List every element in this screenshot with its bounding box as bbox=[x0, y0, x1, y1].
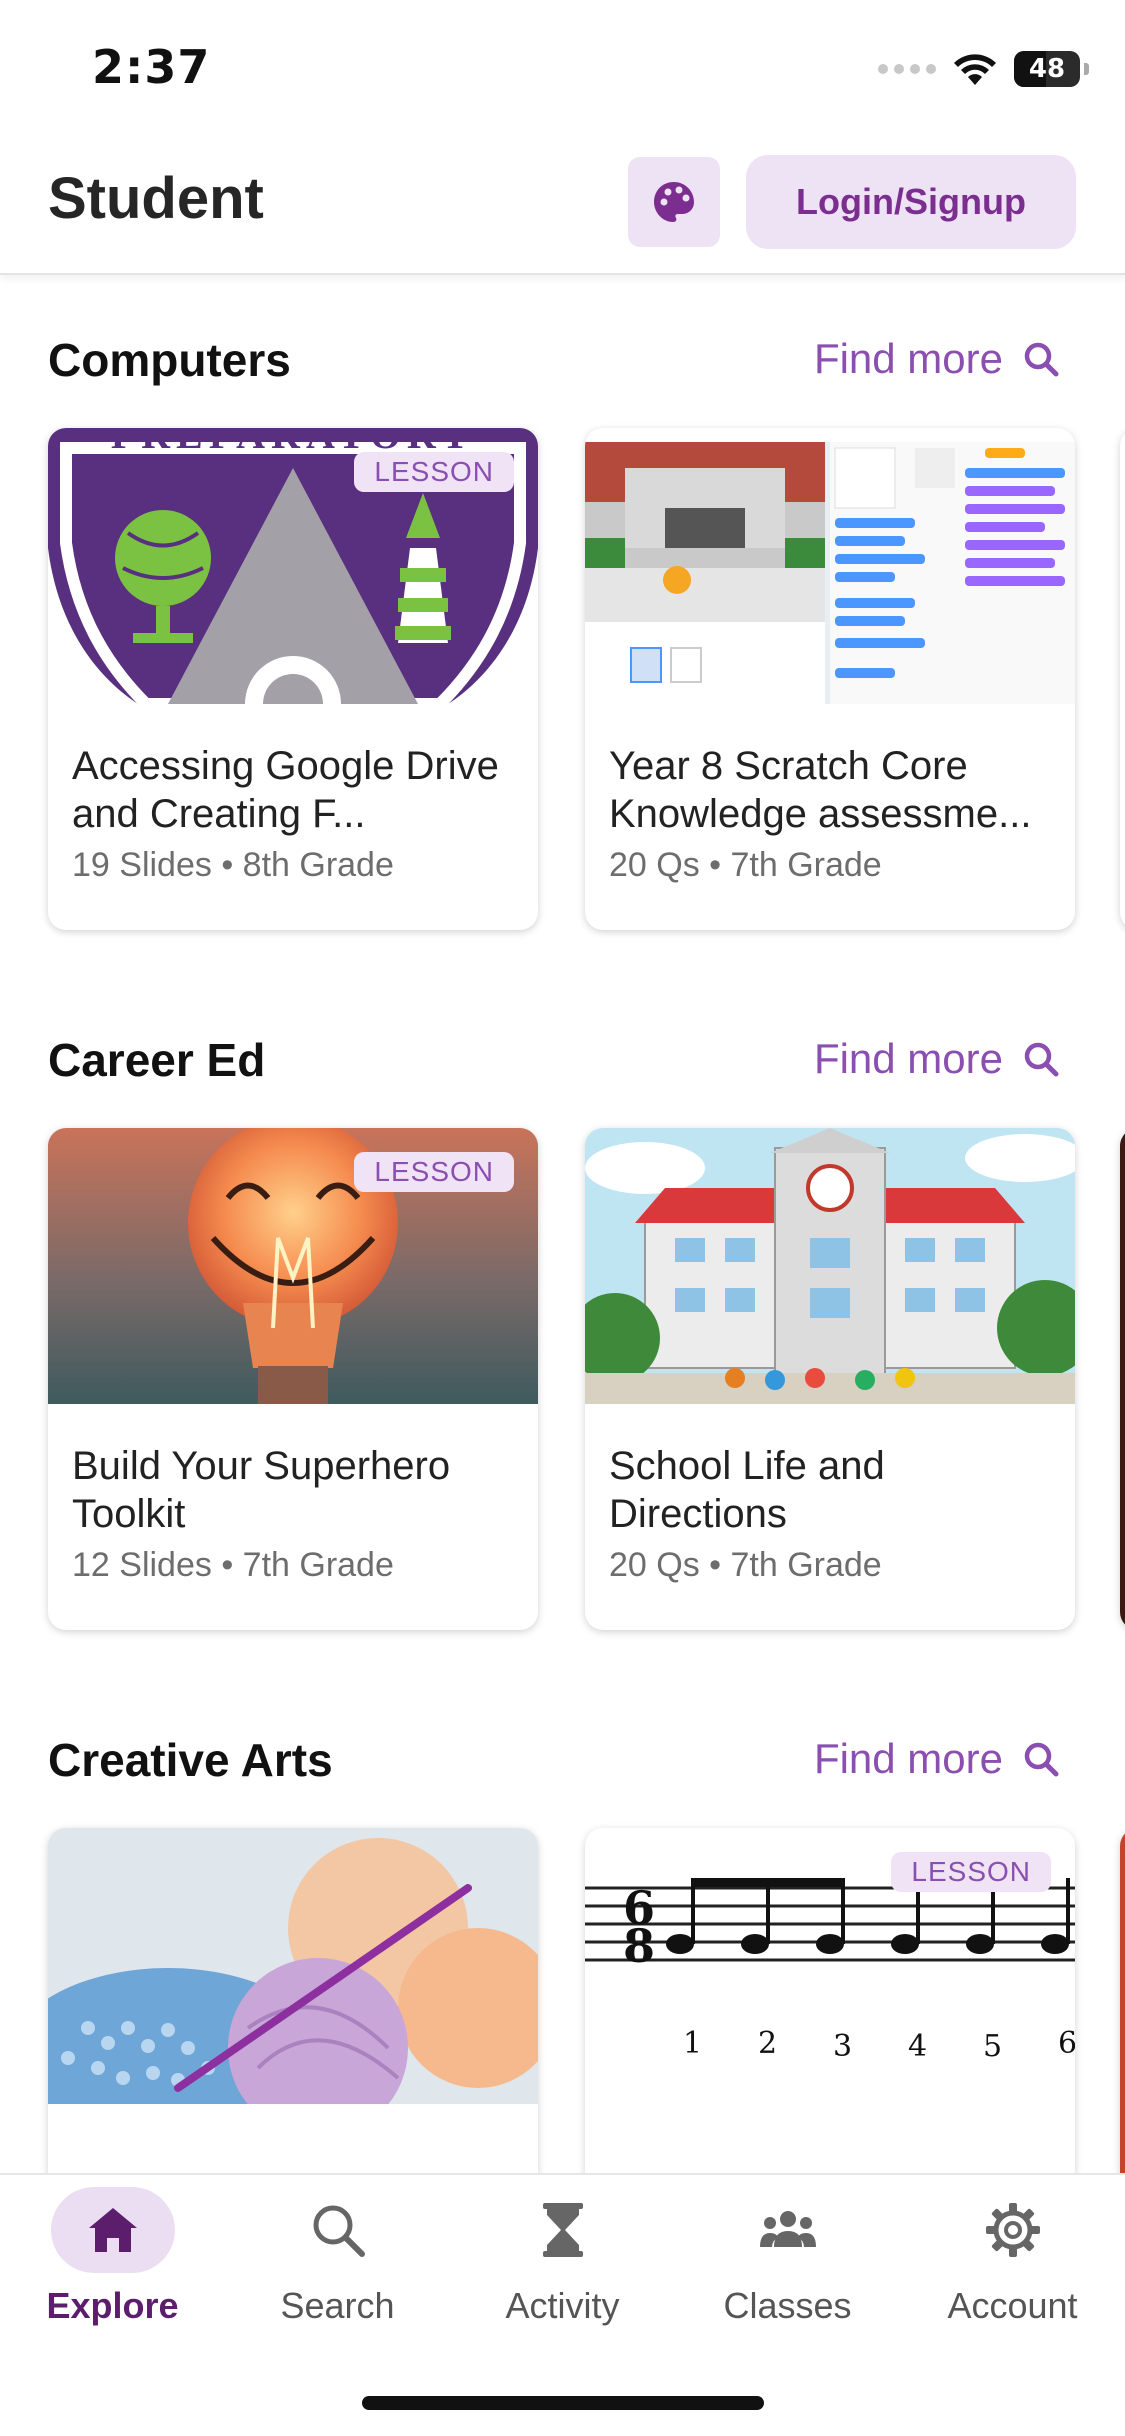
wifi-icon bbox=[954, 54, 996, 85]
find-more-label: Find more bbox=[813, 1735, 1003, 1782]
card-title: School Life and Directions bbox=[609, 1444, 885, 1536]
search-icon bbox=[1024, 1042, 1059, 1077]
nav-classes[interactable]: Classes bbox=[675, 2187, 900, 2347]
nav-label: Search bbox=[280, 2285, 395, 2326]
quiz-card[interactable]: School Life and Directions 20 Qs • 7th G… bbox=[585, 1128, 1075, 1630]
nav-label: Activity bbox=[505, 2285, 620, 2326]
beat-number: 5 bbox=[983, 2029, 1002, 2064]
nav-label: Explore bbox=[46, 2285, 179, 2326]
find-more-label: Find more bbox=[813, 1035, 1003, 1082]
next-card-peek[interactable] bbox=[1120, 428, 1125, 930]
find-more-label: Find more bbox=[813, 335, 1003, 382]
login-signup-button[interactable]: Login/Signup bbox=[746, 155, 1076, 249]
next-card-peek[interactable] bbox=[1120, 1828, 1125, 2173]
home-icon bbox=[88, 2208, 137, 2252]
beat-number: 2 bbox=[758, 2026, 777, 2061]
search-icon bbox=[1024, 342, 1059, 377]
search-icon bbox=[1024, 1742, 1059, 1777]
gear-icon bbox=[985, 2203, 1040, 2257]
card-meta: 19 Slides • 8th Grade bbox=[72, 846, 394, 884]
lesson-card[interactable]: PREPARATORY LESSON Accessing Google Driv bbox=[48, 428, 538, 930]
lesson-card[interactable]: LESSON Build Your Superhero Toolkit 12 S… bbox=[48, 1128, 538, 1630]
next-card-peek[interactable] bbox=[1120, 1128, 1125, 1630]
page-title: Student bbox=[48, 166, 264, 231]
card-meta: 20 Qs • 7th Grade bbox=[609, 846, 882, 884]
section-creative-arts: Creative Arts Find more 6 8 1 2 3 4 5 6 … bbox=[0, 1733, 1125, 2173]
explore-content: Computers Find more PREPARATORY LESSON A… bbox=[0, 277, 1125, 2173]
nav-explore[interactable]: Explore bbox=[0, 2187, 225, 2347]
home-indicator bbox=[362, 2396, 764, 2410]
beat-number: 3 bbox=[833, 2029, 852, 2064]
nav-icon-pill bbox=[50, 2187, 175, 2273]
find-more-link[interactable]: Find more bbox=[814, 335, 1061, 383]
nav-icon-pill bbox=[276, 2187, 400, 2273]
nav-label: Classes bbox=[723, 2285, 852, 2326]
lesson-card[interactable]: 6 8 1 2 3 4 5 6 LESSON bbox=[585, 1828, 1075, 2173]
lesson-badge: LESSON bbox=[891, 1852, 1051, 1892]
nav-icon-pill bbox=[501, 2187, 625, 2273]
card-meta: 12 Slides • 7th Grade bbox=[72, 1546, 394, 1584]
quiz-card[interactable]: Year 8 Scratch Core Knowledge assessme..… bbox=[585, 428, 1075, 930]
nav-activity[interactable]: Activity bbox=[450, 2187, 675, 2347]
palette-icon bbox=[654, 182, 694, 222]
beat-number: 4 bbox=[908, 2029, 927, 2064]
hourglass-icon bbox=[542, 2203, 583, 2257]
nav-icon-pill bbox=[726, 2187, 850, 2273]
status-time: 2:37 bbox=[92, 40, 211, 94]
theme-button[interactable] bbox=[628, 157, 720, 247]
people-icon bbox=[759, 2211, 816, 2247]
search-icon bbox=[313, 2205, 365, 2257]
status-bar: 2:37 48 bbox=[0, 0, 1125, 135]
nav-search[interactable]: Search bbox=[225, 2187, 450, 2347]
section-computers: Computers Find more PREPARATORY LESSON A… bbox=[0, 333, 1125, 953]
card-title: Year 8 Scratch Core Knowledge assessme..… bbox=[609, 744, 1032, 836]
nav-label: Account bbox=[947, 2285, 1078, 2326]
svg-text:8: 8 bbox=[623, 1919, 655, 1973]
card-title: Build Your Superhero Toolkit bbox=[72, 1444, 451, 1536]
section-title: Career Ed bbox=[48, 1034, 266, 1086]
card-image-school-building bbox=[585, 1128, 1075, 1404]
section-title: Creative Arts bbox=[48, 1734, 333, 1786]
card-image-scratch-editor bbox=[585, 428, 1075, 704]
status-indicators: 48 bbox=[878, 48, 1089, 90]
nav-account[interactable]: Account bbox=[900, 2187, 1125, 2347]
find-more-link[interactable]: Find more bbox=[814, 1035, 1061, 1083]
app-header: Student Login/Signup bbox=[0, 135, 1125, 275]
section-career-ed: Career Ed Find more LESSON Build Your Su… bbox=[0, 1033, 1125, 1653]
lesson-badge: LESSON bbox=[354, 1152, 514, 1192]
lesson-badge: LESSON bbox=[354, 452, 514, 492]
cellular-signal-icon bbox=[878, 64, 936, 74]
battery-level: 48 bbox=[1028, 54, 1066, 84]
section-title: Computers bbox=[48, 334, 291, 386]
battery-icon: 48 bbox=[1014, 51, 1089, 87]
card-meta: 20 Qs • 7th Grade bbox=[609, 1546, 882, 1584]
card-title: Accessing Google Drive and Creating F... bbox=[72, 744, 499, 836]
nav-icon-pill bbox=[951, 2187, 1075, 2273]
lesson-card[interactable] bbox=[48, 1828, 538, 2173]
beat-number: 6 bbox=[1058, 2026, 1075, 2061]
beat-number: 1 bbox=[683, 2026, 702, 2061]
card-image-yarn-crochet bbox=[48, 1828, 538, 2104]
find-more-link[interactable]: Find more bbox=[814, 1735, 1061, 1783]
